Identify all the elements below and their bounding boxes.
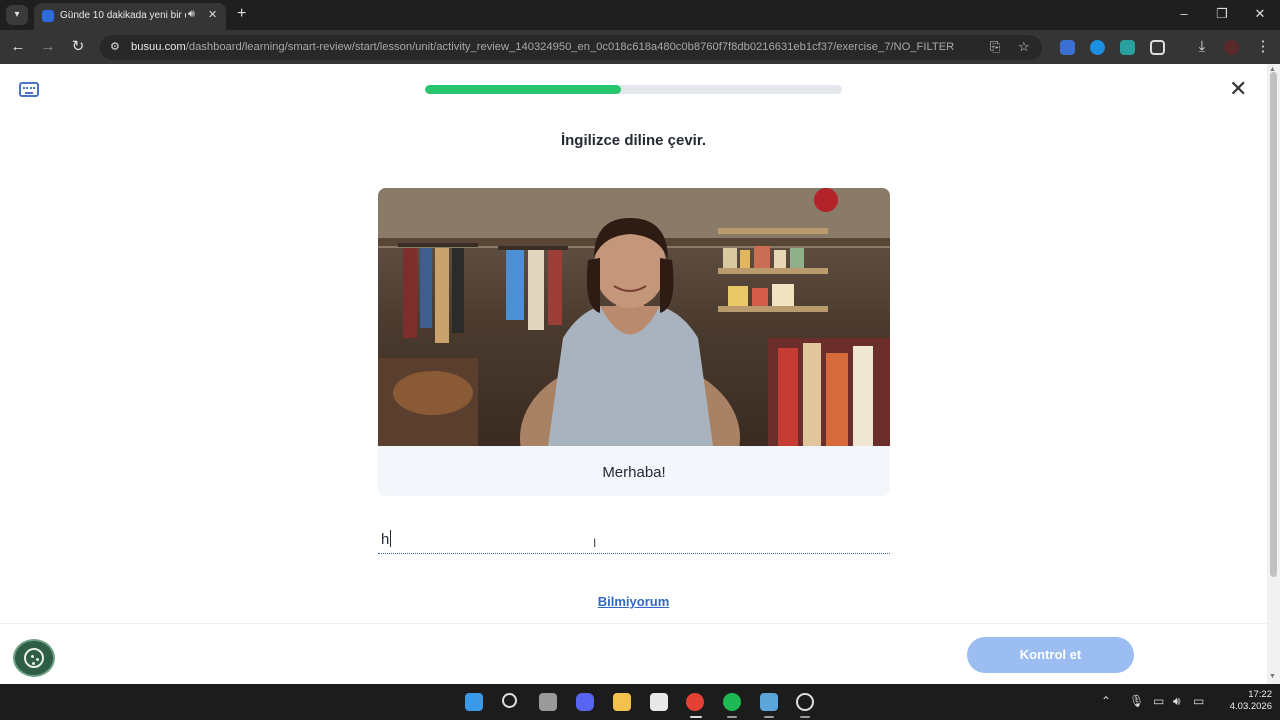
steam-icon[interactable]	[796, 693, 814, 711]
dont-know-label[interactable]: Bilmiyorum	[598, 594, 670, 609]
battery-icon[interactable]: ▭	[1193, 694, 1204, 708]
tab-title: Günde 10 dakikada yeni bir dil öğrenin	[60, 10, 186, 21]
window-minimize-icon[interactable]: –	[1174, 6, 1194, 21]
windows-taskbar: ⌃ 🎙︎ ▭ 🔊︎ ▭ 17:22 4.03.2026	[0, 684, 1280, 720]
window-restore-icon[interactable]: ❐	[1212, 6, 1232, 22]
microphone-icon[interactable]: 🎙︎	[1129, 694, 1144, 708]
extension-teal-icon[interactable]	[1120, 40, 1135, 55]
progress-fill	[425, 85, 621, 94]
chrome-active-indicator	[690, 716, 702, 718]
steam-running-indicator	[800, 716, 810, 718]
window-close-icon[interactable]: ✕	[1250, 6, 1270, 22]
cookie-icon	[24, 648, 44, 668]
close-lesson-icon[interactable]: ✕	[1229, 78, 1247, 100]
lesson-progress-bar	[425, 85, 842, 94]
browser-toolbar: ← → ↻ ⚙ busuu.com/dashboard/learning/sma…	[0, 30, 1280, 64]
back-arrow-icon[interactable]: ←	[8, 38, 28, 56]
video-frame-illustration	[378, 188, 890, 446]
tray-overflow-chevron-icon[interactable]: ⌃	[1101, 694, 1111, 708]
phrase-video[interactable]	[378, 188, 890, 446]
scrollbar-thumb[interactable]	[1270, 72, 1277, 577]
browser-tab-active[interactable]: Günde 10 dakikada yeni bir dil öğrenin 🔊…	[34, 3, 226, 30]
bookmark-star-icon[interactable]: ☆	[1018, 39, 1030, 55]
new-tab-plus-icon[interactable]: +	[237, 5, 246, 23]
extension-circle-icon[interactable]	[1090, 40, 1105, 55]
profile-avatar[interactable]	[1224, 40, 1239, 55]
taskbar-clock[interactable]: 17:22 4.03.2026	[1214, 689, 1272, 713]
forward-arrow-icon[interactable]: →	[38, 38, 58, 56]
spotify-icon[interactable]	[723, 693, 741, 711]
clock-date: 4.03.2026	[1229, 701, 1272, 712]
spotify-running-indicator	[727, 716, 737, 718]
busuu-favicon-icon	[42, 10, 54, 22]
mouse-ibeam-cursor-icon: I	[593, 536, 597, 550]
app-cube-running-indicator	[764, 716, 774, 718]
windows-start-icon[interactable]	[465, 693, 483, 711]
app-cube-icon[interactable]	[760, 693, 778, 711]
network-icon[interactable]: ▭	[1153, 694, 1164, 708]
answer-input-value[interactable]: h	[381, 531, 389, 548]
install-app-icon[interactable]: ⎘	[990, 39, 1000, 55]
site-settings-icon[interactable]: ⚙	[110, 41, 122, 53]
reload-icon[interactable]: ↻	[68, 38, 88, 56]
keyboard-icon[interactable]	[19, 82, 39, 97]
search-icon[interactable]	[502, 693, 517, 708]
browser-tab-bar: ▾ Günde 10 dakikada yeni bir dil öğrenin…	[0, 0, 1280, 30]
tab-audio-icon[interactable]: 🔊︎	[188, 8, 195, 21]
file-explorer-icon[interactable]	[613, 693, 631, 711]
check-answer-button[interactable]: Kontrol et	[967, 637, 1134, 673]
dont-know-link[interactable]: Bilmiyorum	[0, 594, 1267, 609]
phrase-text: Merhaba!	[602, 464, 666, 481]
task-view-icon[interactable]	[539, 693, 557, 711]
downloads-icon[interactable]: ⤓	[1192, 38, 1212, 56]
volume-icon[interactable]: 🔊︎	[1173, 694, 1181, 709]
clock-time: 17:22	[1248, 689, 1272, 700]
chrome-icon[interactable]	[686, 693, 704, 711]
exercise-instruction: İngilizce diline çevir.	[560, 132, 707, 149]
page-scrollbar[interactable]: ▲ ▼	[1267, 64, 1280, 684]
extension-translate-icon[interactable]	[1060, 40, 1075, 55]
footer-divider	[0, 623, 1267, 624]
lesson-page: ✕ İngilizce diline çevir. Merhaba! h I B…	[0, 64, 1267, 684]
text-caret	[390, 530, 391, 547]
discord-icon[interactable]	[576, 693, 594, 711]
tab-search-chevron-icon[interactable]: ▾	[6, 5, 28, 25]
answer-input[interactable]: h I	[378, 522, 890, 554]
cookie-settings-button[interactable]	[13, 639, 55, 677]
chrome-menu-icon[interactable]: ⋮	[1253, 38, 1273, 56]
tab-close-icon[interactable]: ✕	[208, 8, 217, 21]
url-text: busuu.com/dashboard/learning/smart-revie…	[131, 41, 955, 53]
address-bar[interactable]: ⚙ busuu.com/dashboard/learning/smart-rev…	[100, 35, 1042, 60]
extensions-puzzle-icon[interactable]	[1150, 40, 1165, 55]
scroll-down-arrow-icon[interactable]: ▼	[1269, 673, 1276, 680]
phrase-card: Merhaba!	[378, 188, 890, 496]
microsoft-store-icon[interactable]	[650, 693, 668, 711]
